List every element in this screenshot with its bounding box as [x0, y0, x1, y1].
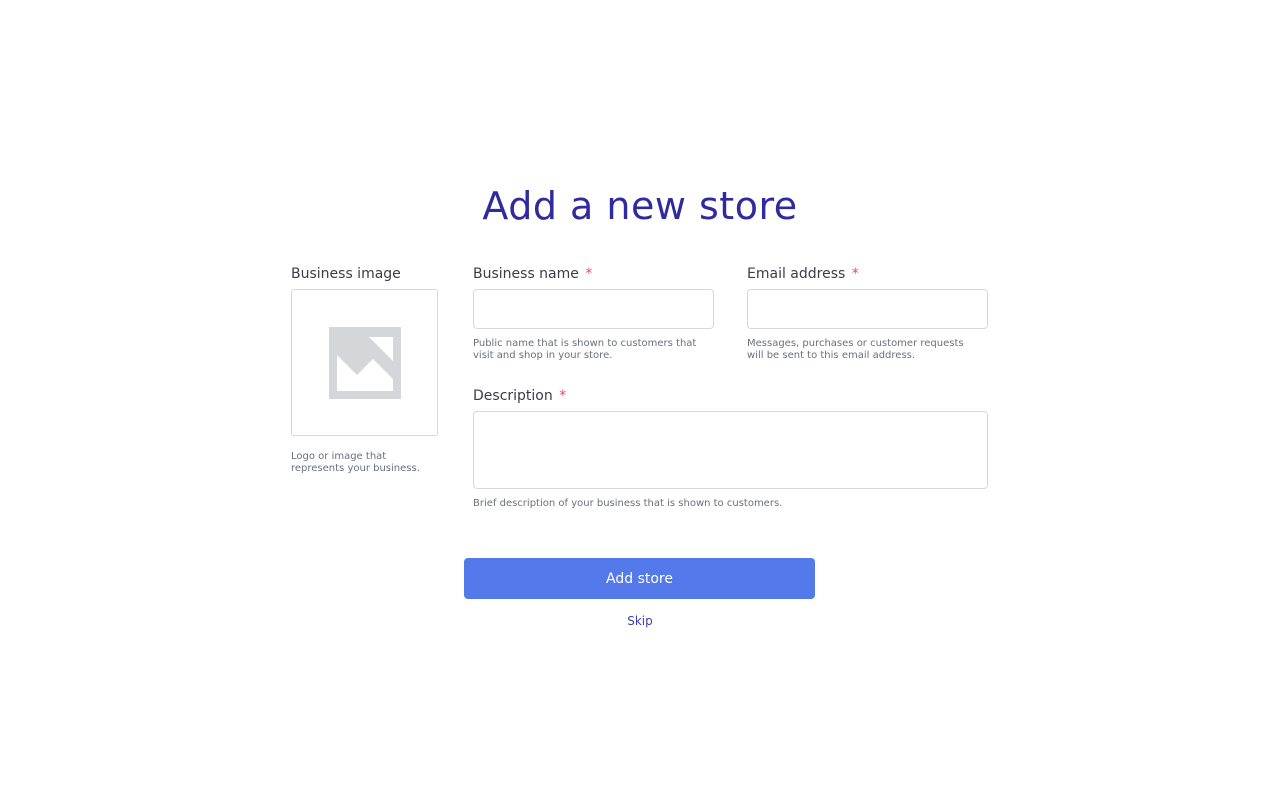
business-image-hint: Logo or image that represents your busin…: [291, 451, 420, 474]
description-hint: Brief description of your business that …: [473, 498, 783, 509]
business-image-upload[interactable]: [291, 289, 438, 436]
email-address-hint: Messages, purchases or customer requests…: [747, 338, 964, 361]
business-name-label-text: Business name: [473, 266, 579, 282]
required-marker: *: [585, 266, 593, 282]
add-store-page: Add a new store Business image Logo or i…: [0, 0, 1280, 800]
skip-link-container: Skip: [0, 613, 1280, 629]
required-marker: *: [851, 266, 859, 282]
required-marker: *: [559, 388, 567, 404]
email-address-input[interactable]: [747, 289, 988, 329]
business-name-hint: Public name that is shown to customers t…: [473, 338, 697, 361]
business-name-label: Business name *: [473, 265, 592, 283]
business-image-label: Business image: [291, 265, 401, 283]
email-address-label: Email address *: [747, 265, 859, 283]
description-label: Description *: [473, 387, 566, 405]
business-image-label-text: Business image: [291, 266, 401, 282]
description-label-text: Description: [473, 388, 553, 404]
description-textarea[interactable]: [473, 411, 988, 489]
image-placeholder-icon: [328, 326, 401, 399]
add-store-button[interactable]: Add store: [464, 558, 815, 599]
page-title: Add a new store: [482, 184, 798, 228]
email-address-label-text: Email address: [747, 266, 846, 282]
business-name-input[interactable]: [473, 289, 714, 329]
skip-link[interactable]: Skip: [627, 614, 653, 628]
